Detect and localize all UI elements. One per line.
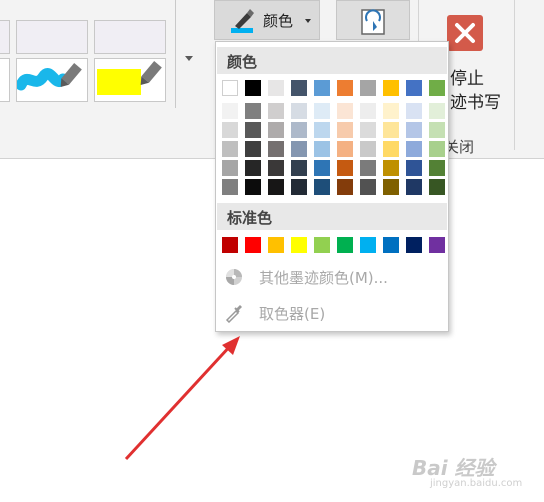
baidu-watermark: Bai 经验 jingyan.baidu.com <box>412 452 532 494</box>
watermark-url: jingyan.baidu.com <box>430 478 523 489</box>
watermark-brand: Bai 经验 <box>412 456 495 480</box>
red-arrow-annotation <box>124 336 240 461</box>
